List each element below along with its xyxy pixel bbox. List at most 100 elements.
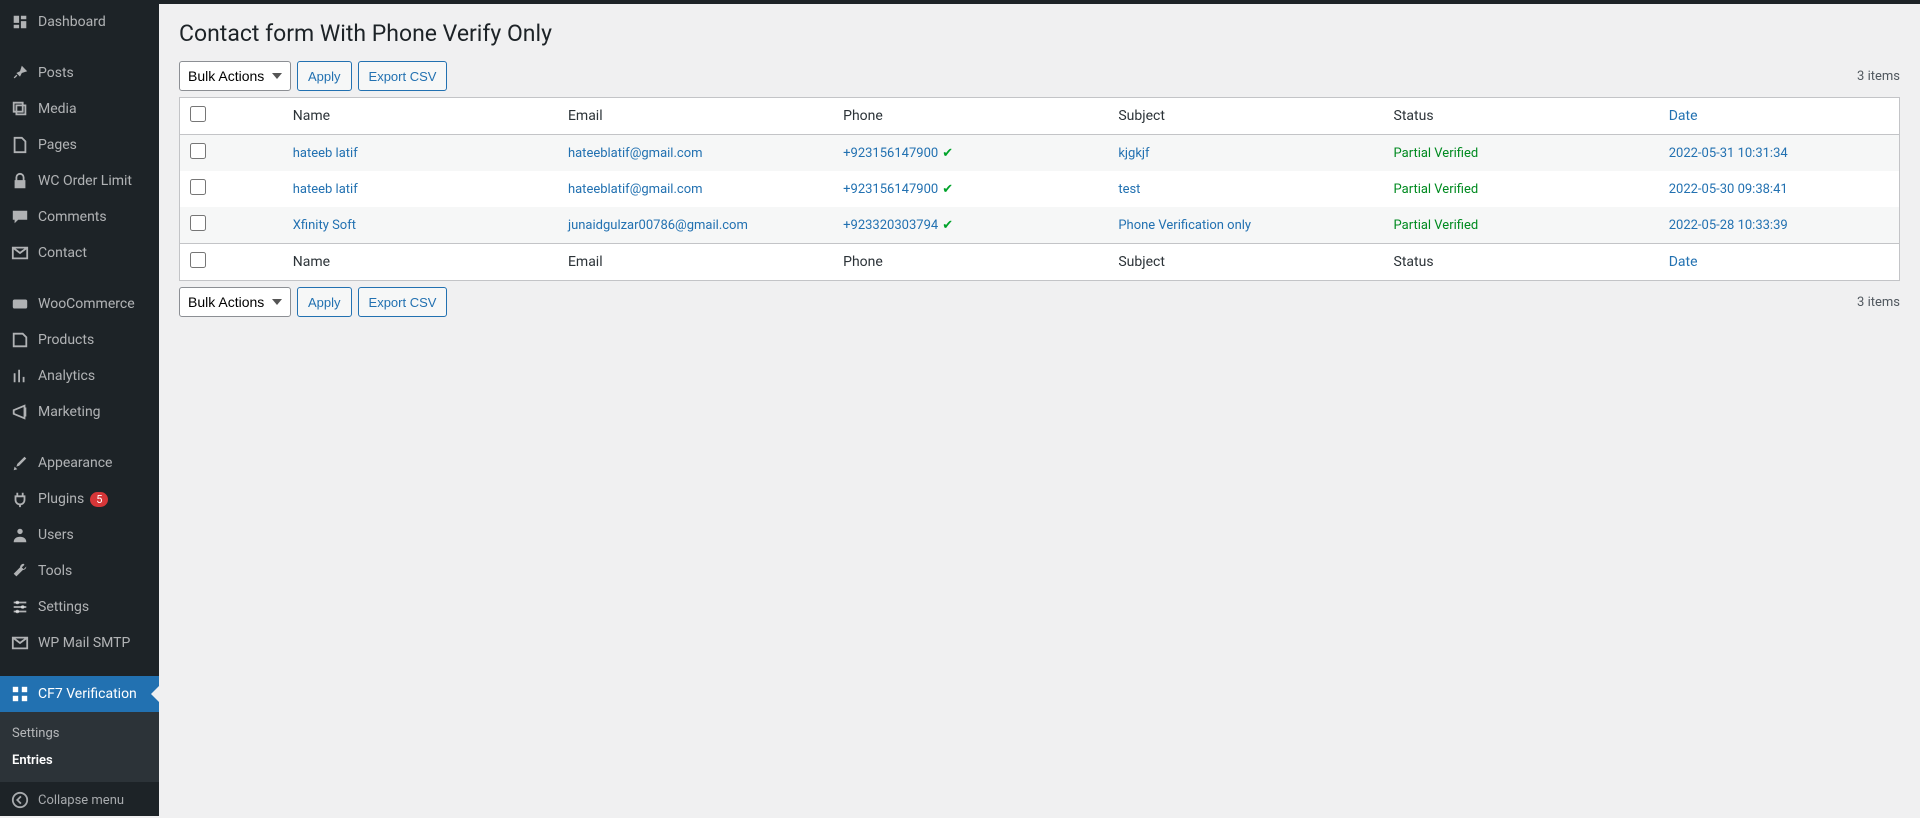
entry-email-link[interactable]: hateeblatif@gmail.com (568, 182, 703, 197)
col-email[interactable]: Email (558, 98, 833, 135)
sidebar-item-label: Media (38, 101, 77, 117)
col-name-foot[interactable]: Name (283, 244, 558, 281)
submenu-item-settings[interactable]: Settings (0, 720, 159, 747)
check-icon: ✔ (942, 218, 953, 233)
col-status[interactable]: Status (1384, 98, 1659, 135)
table-row: Xfinity Soft junaidgulzar00786@gmail.com +… (180, 207, 1900, 244)
sidebar-item-wc-order-limit[interactable]: WC Order Limit (0, 163, 159, 199)
menu-separator (0, 435, 159, 440)
marketing-icon (10, 402, 30, 422)
select-all-checkbox[interactable] (190, 106, 206, 122)
sidebar-item-comments[interactable]: Comments (0, 199, 159, 235)
entry-name-link[interactable]: Xfinity Soft (293, 218, 356, 233)
sidebar-item-label: Marketing (38, 404, 101, 420)
row-checkbox[interactable] (190, 179, 206, 195)
sidebar-item-label: Tools (38, 563, 72, 579)
select-all-header[interactable] (180, 98, 283, 135)
pin-icon (10, 63, 30, 83)
sidebar-item-label: Dashboard (38, 14, 106, 30)
sidebar-item-label: Settings (38, 599, 89, 615)
sidebar: Dashboard Posts Media Pages WC Order Limit Co… (0, 0, 159, 816)
sidebar-item-cf7-verification[interactable]: CF7 Verification (0, 676, 159, 712)
sidebar-item-wp-mail-smtp[interactable]: WP Mail SMTP (0, 625, 159, 661)
update-badge: 5 (90, 492, 108, 507)
wrench-icon (10, 561, 30, 581)
select-all-footer[interactable] (180, 244, 283, 281)
sidebar-item-label: Products (38, 332, 94, 348)
sidebar-item-appearance[interactable]: Appearance (0, 445, 159, 481)
entry-phone-link[interactable]: +923156147900 ✔ (843, 146, 953, 161)
admin-bar[interactable] (0, 0, 1920, 4)
sidebar-item-marketing[interactable]: Marketing (0, 394, 159, 430)
sidebar-item-posts[interactable]: Posts (0, 55, 159, 91)
sidebar-item-woocommerce[interactable]: WooCommerce (0, 286, 159, 322)
sidebar-item-label: WooCommerce (38, 296, 135, 312)
col-phone-foot[interactable]: Phone (833, 244, 1108, 281)
sidebar-item-products[interactable]: Products (0, 322, 159, 358)
sidebar-item-tools[interactable]: Tools (0, 553, 159, 589)
sidebar-item-label: Comments (38, 209, 107, 225)
status-badge: Partial Verified (1394, 218, 1479, 233)
app-root: Dashboard Posts Media Pages WC Order Limit Co… (0, 0, 1920, 816)
sidebar-item-label: CF7 Verification (38, 686, 137, 702)
col-date[interactable]: Date (1659, 98, 1900, 135)
export-csv-button-bottom[interactable]: Export CSV (358, 287, 448, 317)
submenu: SettingsEntries (0, 712, 159, 782)
bulk-action-select[interactable]: Bulk Actions (179, 61, 291, 91)
entry-date-link[interactable]: 2022-05-30 09:38:41 (1669, 182, 1788, 197)
apply-button-bottom[interactable]: Apply (297, 287, 352, 317)
entries-table: Name Email Phone Subject Status Date hat… (179, 97, 1900, 281)
sidebar-item-contact[interactable]: Contact (0, 235, 159, 271)
sidebar-item-settings[interactable]: Settings (0, 589, 159, 625)
entry-date-link[interactable]: 2022-05-28 10:33:39 (1669, 218, 1788, 233)
collapse-menu[interactable]: Collapse menu (0, 782, 159, 818)
sidebar-item-label: Plugins (38, 491, 84, 507)
entry-phone-link[interactable]: +923156147900 ✔ (843, 182, 953, 197)
sidebar-item-label: Analytics (38, 368, 95, 384)
export-csv-button[interactable]: Export CSV (358, 61, 448, 91)
bulk-action-select-bottom[interactable]: Bulk Actions (179, 287, 291, 317)
select-all-checkbox-foot[interactable] (190, 252, 206, 268)
row-checkbox[interactable] (190, 143, 206, 159)
page-icon (10, 135, 30, 155)
sidebar-item-users[interactable]: Users (0, 517, 159, 553)
media-icon (10, 99, 30, 119)
bulkactions-bottom: Bulk Actions Apply Export CSV (179, 287, 447, 317)
entry-subject-link[interactable]: Phone Verification only (1118, 218, 1251, 233)
col-date-foot[interactable]: Date (1659, 244, 1900, 281)
sidebar-item-pages[interactable]: Pages (0, 127, 159, 163)
menu-separator (0, 666, 159, 671)
sidebar-item-label: Pages (38, 137, 77, 153)
product-icon (10, 330, 30, 350)
entry-subject-link[interactable]: kjgkjf (1118, 146, 1149, 161)
col-email-foot[interactable]: Email (558, 244, 833, 281)
submenu-item-entries[interactable]: Entries (0, 747, 159, 774)
col-subject-foot[interactable]: Subject (1108, 244, 1383, 281)
bulkactions-top: Bulk Actions Apply Export CSV (179, 61, 447, 91)
col-status-foot[interactable]: Status (1384, 244, 1659, 281)
sidebar-item-media[interactable]: Media (0, 91, 159, 127)
col-subject[interactable]: Subject (1108, 98, 1383, 135)
entry-email-link[interactable]: hateeblatif@gmail.com (568, 146, 703, 161)
sidebar-item-label: Appearance (38, 455, 112, 471)
col-name[interactable]: Name (283, 98, 558, 135)
item-count-bottom: 3 items (1857, 295, 1900, 310)
apply-button[interactable]: Apply (297, 61, 352, 91)
menu-separator (0, 276, 159, 281)
comment-icon (10, 207, 30, 227)
sidebar-item-plugins[interactable]: Plugins 5 (0, 481, 159, 517)
bars-icon (10, 366, 30, 386)
row-checkbox[interactable] (190, 215, 206, 231)
entry-date-link[interactable]: 2022-05-31 10:31:34 (1669, 146, 1788, 161)
entry-email-link[interactable]: junaidgulzar00786@gmail.com (568, 218, 748, 233)
entry-phone-link[interactable]: +923320303794 ✔ (843, 218, 953, 233)
col-phone[interactable]: Phone (833, 98, 1108, 135)
entry-name-link[interactable]: hateeb latif (293, 182, 358, 197)
sidebar-item-dashboard[interactable]: Dashboard (0, 4, 159, 40)
grid-icon (10, 684, 30, 704)
entry-name-link[interactable]: hateeb latif (293, 146, 358, 161)
lock-icon (10, 171, 30, 191)
entry-subject-link[interactable]: test (1118, 182, 1140, 197)
sidebar-item-analytics[interactable]: Analytics (0, 358, 159, 394)
item-count: 3 items (1857, 69, 1900, 84)
